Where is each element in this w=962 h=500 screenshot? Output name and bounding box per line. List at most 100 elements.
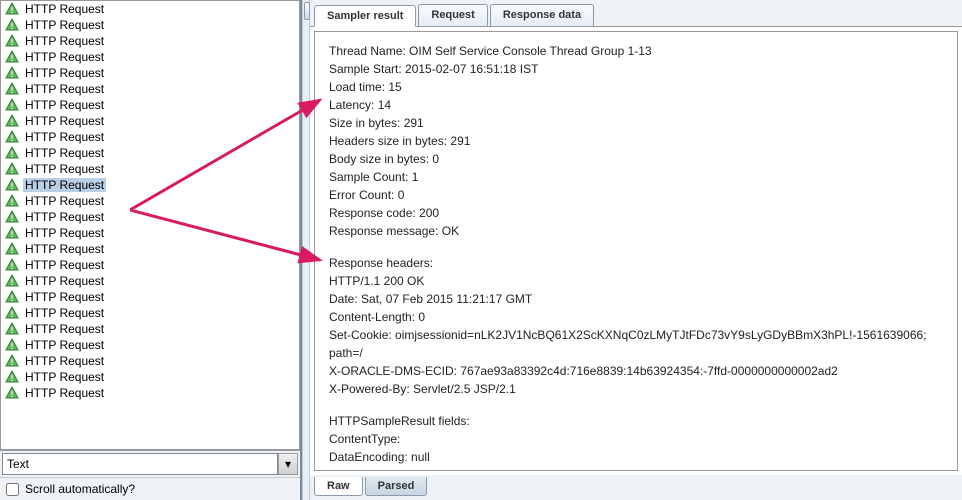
tree-item-http-request[interactable]: ! HTTP Request (1, 225, 299, 241)
tree-item-http-request[interactable]: ! HTTP Request (1, 305, 299, 321)
tree-item-http-request[interactable]: ! HTTP Request (1, 161, 299, 177)
tree-item-label: HTTP Request (23, 194, 106, 208)
tree-item-http-request[interactable]: ! HTTP Request (1, 257, 299, 273)
tree-item-label: HTTP Request (23, 338, 106, 352)
tree-item-http-request[interactable]: ! HTTP Request (1, 1, 299, 17)
result-line: Headers size in bytes: 291 (329, 132, 943, 150)
tree-item-http-request[interactable]: !HTTP Request (1, 193, 299, 209)
view-tab-parsed[interactable]: Parsed (365, 477, 428, 496)
tree-item-label: HTTP Request (23, 370, 106, 384)
svg-text:!: ! (11, 6, 14, 15)
result-line: Latency: 14 (329, 96, 943, 114)
result-line: DataEncoding: null (329, 448, 943, 466)
result-line: Date: Sat, 07 Feb 2015 11:21:17 GMT (329, 290, 943, 308)
tree-item-http-request[interactable]: !HTTP Request (1, 369, 299, 385)
result-line: ContentType: (329, 430, 943, 448)
svg-text:!: ! (11, 342, 14, 351)
renderer-dropdown-button[interactable]: ▾ (278, 453, 298, 475)
tree-item-http-request[interactable]: ! HTTP Request (1, 241, 299, 257)
tree-item-label: HTTP Request (23, 354, 106, 368)
svg-text:!: ! (11, 310, 14, 319)
tree-item-label: HTTP Request (23, 290, 106, 304)
svg-text:!: ! (11, 214, 14, 223)
tree-item-http-request[interactable]: !HTTP Request (1, 273, 299, 289)
svg-text:!: ! (11, 230, 14, 239)
tab-sampler-result[interactable]: Sampler result (314, 5, 416, 27)
tree-item-http-request[interactable]: !HTTP Request (1, 81, 299, 97)
tree-item-http-request[interactable]: !HTTP Request (1, 129, 299, 145)
splitter[interactable] (302, 0, 310, 500)
result-line: Response message: OK (329, 222, 943, 240)
svg-text:!: ! (11, 390, 14, 399)
tree-item-http-request[interactable]: !HTTP Request (1, 145, 299, 161)
success-triangle-icon: ! (5, 386, 19, 400)
tree-item-label: HTTP Request (23, 114, 106, 128)
view-tabs: RawParsed (310, 475, 962, 500)
result-line: Error Count: 0 (329, 186, 943, 204)
tree-item-http-request[interactable]: ! HTTP Request (1, 113, 299, 129)
result-line: Set-Cookie: oimjsessionid=nLK2JV1NcBQ61X… (329, 326, 943, 362)
success-triangle-icon: ! (5, 338, 19, 352)
success-triangle-icon: ! (5, 162, 19, 176)
result-tabs: Sampler resultRequestResponse data (310, 0, 962, 27)
success-triangle-icon: ! (5, 130, 19, 144)
success-triangle-icon: ! (5, 322, 19, 336)
tree-item-label: HTTP Request (23, 18, 106, 32)
success-triangle-icon: ! (5, 290, 19, 304)
svg-text:!: ! (11, 22, 14, 31)
sampler-result-content: Thread Name: OIM Self Service Console Th… (314, 31, 958, 471)
success-triangle-icon: ! (5, 2, 19, 16)
tree-item-label: HTTP Request (23, 162, 106, 176)
scroll-auto-label: Scroll automatically? (25, 482, 135, 496)
renderer-select[interactable] (2, 453, 278, 475)
svg-text:!: ! (11, 246, 14, 255)
tree-item-http-request[interactable]: ! HTTP Request (1, 289, 299, 305)
tree-item-label: HTTP Request (23, 242, 106, 256)
tree-item-http-request[interactable]: !HTTP Request (1, 97, 299, 113)
svg-text:!: ! (11, 262, 14, 271)
success-triangle-icon: ! (5, 226, 19, 240)
tree-item-http-request[interactable]: !HTTP Request (1, 49, 299, 65)
tab-response-data[interactable]: Response data (490, 4, 594, 26)
svg-text:!: ! (11, 358, 14, 367)
tree-item-http-request[interactable]: !HTTP Request (1, 209, 299, 225)
scroll-auto-checkbox[interactable] (6, 483, 19, 496)
tree-item-label: HTTP Request (23, 322, 106, 336)
results-tree[interactable]: ! HTTP Request! HTTP Request! HTTP Request!… (0, 0, 300, 450)
result-line: HTTP/1.1 200 OK (329, 272, 943, 290)
splitter-handle[interactable] (304, 2, 310, 20)
tree-item-label: HTTP Request (23, 306, 106, 320)
svg-text:!: ! (11, 70, 14, 79)
tree-item-http-request[interactable]: !HTTP Request (1, 385, 299, 401)
tree-item-http-request[interactable]: ! HTTP Request (1, 321, 299, 337)
success-triangle-icon: ! (5, 242, 19, 256)
result-line: Response code: 200 (329, 204, 943, 222)
result-line: Content-Length: 0 (329, 308, 943, 326)
tree-item-http-request[interactable]: ! HTTP Request (1, 337, 299, 353)
success-triangle-icon: ! (5, 178, 19, 192)
tree-item-label: HTTP Request (23, 258, 106, 272)
success-triangle-icon: ! (5, 98, 19, 112)
tree-item-http-request[interactable]: ! HTTP Request (1, 17, 299, 33)
tree-item-http-request[interactable]: ! HTTP Request (1, 353, 299, 369)
tree-item-label: HTTP Request (23, 2, 106, 16)
svg-text:!: ! (11, 38, 14, 47)
view-tab-raw[interactable]: Raw (314, 477, 363, 496)
success-triangle-icon: ! (5, 50, 19, 64)
svg-text:!: ! (11, 326, 14, 335)
tree-item-http-request[interactable]: !HTTP Request (1, 177, 299, 193)
tab-request[interactable]: Request (418, 4, 487, 26)
tree-item-http-request[interactable]: !HTTP Request (1, 33, 299, 49)
svg-text:!: ! (11, 166, 14, 175)
svg-text:!: ! (11, 54, 14, 63)
tree-item-label: HTTP Request (23, 66, 106, 80)
svg-text:!: ! (11, 182, 14, 191)
tree-item-label: HTTP Request (23, 226, 106, 240)
result-line: X-Powered-By: Servlet/2.5 JSP/2.1 (329, 380, 943, 398)
right-panel: Sampler resultRequestResponse data Threa… (310, 0, 962, 500)
success-triangle-icon: ! (5, 114, 19, 128)
result-line: HTTPSampleResult fields: (329, 412, 943, 430)
result-line: X-ORACLE-DMS-ECID: 767ae93a83392c4d:716e… (329, 362, 943, 380)
tree-item-http-request[interactable]: ! HTTP Request (1, 65, 299, 81)
result-line: Body size in bytes: 0 (329, 150, 943, 168)
